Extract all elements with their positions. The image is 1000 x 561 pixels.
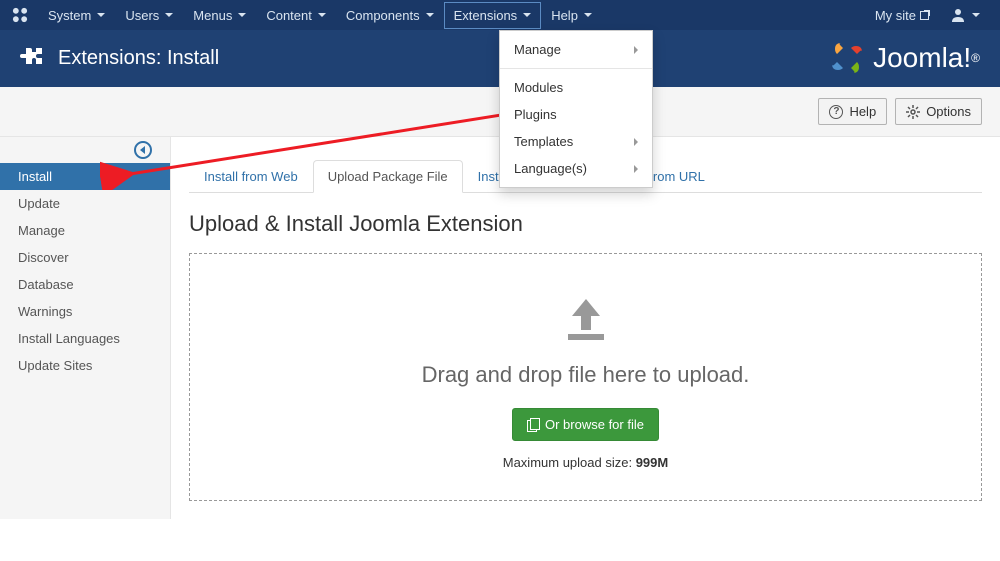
options-button[interactable]: Options — [895, 98, 982, 125]
browse-label: Or browse for file — [545, 417, 644, 432]
upload-heading: Upload & Install Joomla Extension — [189, 211, 982, 237]
user-menu[interactable] — [940, 1, 990, 29]
sidebar-item-install[interactable]: Install — [0, 163, 170, 190]
sidebar-item-discover[interactable]: Discover — [0, 244, 170, 271]
sidebar-item-database[interactable]: Database — [0, 271, 170, 298]
dropdown-divider — [500, 68, 652, 69]
user-icon — [950, 7, 966, 23]
help-button[interactable]: ? Help — [818, 98, 887, 125]
collapse-sidebar-icon[interactable] — [134, 141, 152, 159]
puzzle-icon — [20, 46, 46, 72]
nav-menus[interactable]: Menus — [183, 2, 256, 29]
nav-help[interactable]: Help — [541, 2, 602, 29]
joomla-logo-text: Joomla! — [873, 42, 971, 74]
extensions-dropdown: Manage ModulesPluginsTemplatesLanguage(s) — [499, 30, 653, 188]
upload-dropzone[interactable]: Drag and drop file here to upload. Or br… — [189, 253, 982, 501]
help-label: Help — [849, 104, 876, 119]
caret-down-icon — [238, 13, 246, 17]
caret-down-icon — [165, 13, 173, 17]
nav-extensions[interactable]: Extensions — [444, 2, 542, 29]
dropdown-item-templates[interactable]: Templates — [500, 128, 652, 155]
sidebar-item-manage[interactable]: Manage — [0, 217, 170, 244]
nav-system[interactable]: System — [38, 2, 115, 29]
chevron-right-icon — [634, 46, 638, 54]
content: Install from WebUpload Package FileInsta… — [171, 137, 1000, 519]
mysite-label: My site — [875, 8, 916, 23]
caret-down-icon — [318, 13, 326, 17]
page-title: Extensions: Install — [58, 47, 219, 70]
sidebar-item-update[interactable]: Update — [0, 190, 170, 217]
drop-text: Drag and drop file here to upload. — [210, 362, 961, 388]
nav-users[interactable]: Users — [115, 2, 183, 29]
nav-content[interactable]: Content — [256, 2, 336, 29]
joomla-logo-icon — [827, 38, 867, 78]
caret-down-icon — [426, 13, 434, 17]
sidebar-item-warnings[interactable]: Warnings — [0, 298, 170, 325]
dropdown-item-modules[interactable]: Modules — [500, 74, 652, 101]
help-icon: ? — [829, 105, 843, 119]
chevron-right-icon — [634, 165, 638, 173]
caret-down-icon — [972, 13, 980, 17]
dropdown-item-languages[interactable]: Language(s) — [500, 155, 652, 182]
gear-icon — [906, 105, 920, 119]
dropdown-item-manage[interactable]: Manage — [500, 36, 652, 63]
chevron-right-icon — [634, 138, 638, 146]
dropdown-item-plugins[interactable]: Plugins — [500, 101, 652, 128]
caret-down-icon — [523, 13, 531, 17]
file-icon — [527, 418, 539, 431]
joomla-brand: Joomla!® — [827, 38, 980, 78]
tab-install-from-web[interactable]: Install from Web — [189, 160, 313, 193]
joomla-icon — [10, 5, 30, 25]
sidebar-item-install-languages[interactable]: Install Languages — [0, 325, 170, 352]
sidebar: InstallUpdateManageDiscoverDatabaseWarni… — [0, 137, 171, 519]
tab-upload-package-file[interactable]: Upload Package File — [313, 160, 463, 193]
browse-file-button[interactable]: Or browse for file — [512, 408, 659, 441]
caret-down-icon — [584, 13, 592, 17]
mysite-link[interactable]: My site — [865, 2, 940, 29]
options-label: Options — [926, 104, 971, 119]
upload-icon — [556, 294, 616, 344]
top-navbar: SystemUsersMenusContentComponentsExtensi… — [0, 0, 1000, 30]
max-upload-text: Maximum upload size: 999M — [210, 455, 961, 470]
external-link-icon — [920, 10, 930, 20]
sidebar-item-update-sites[interactable]: Update Sites — [0, 352, 170, 379]
caret-down-icon — [97, 13, 105, 17]
nav-components[interactable]: Components — [336, 2, 444, 29]
